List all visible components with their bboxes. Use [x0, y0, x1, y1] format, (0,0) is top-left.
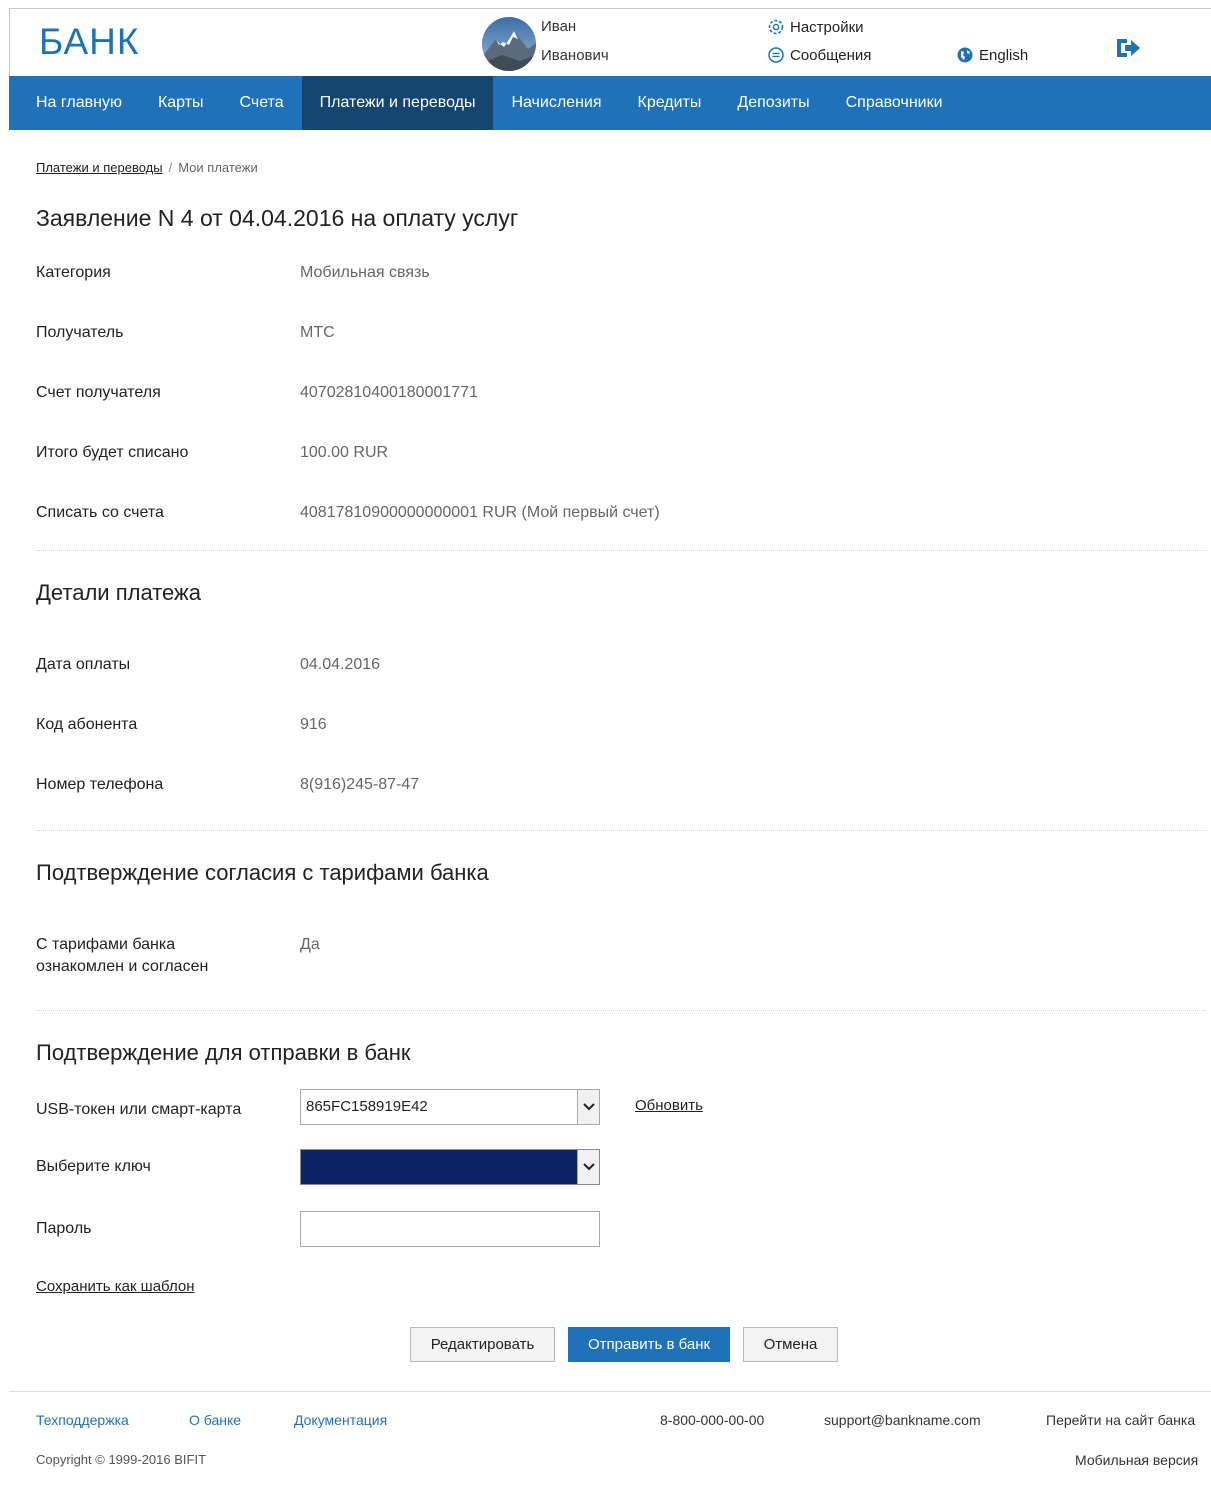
nav-item-cards[interactable]: Карты	[140, 76, 222, 130]
save-as-template-link[interactable]: Сохранить как шаблон	[36, 1278, 195, 1295]
field-label: Получатель	[36, 324, 124, 341]
key-select[interactable]	[300, 1149, 600, 1185]
breadcrumb-current: Мои платежи	[178, 160, 258, 175]
field-value: 100.00 RUR	[300, 444, 389, 461]
field-value: Мобильная связь	[300, 264, 430, 281]
nav-item-deposits[interactable]: Депозиты	[719, 76, 827, 130]
tariffs-section-title: Подтверждение согласия с тарифами банка	[36, 860, 489, 885]
breadcrumb-link-payments[interactable]: Платежи и переводы	[36, 160, 163, 175]
nav-item-home[interactable]: На главную	[9, 76, 140, 130]
settings-link[interactable]: Настройки	[767, 18, 864, 36]
user-last-name: Иванович	[541, 47, 609, 64]
send-to-bank-button[interactable]: Отправить в банк	[568, 1327, 730, 1362]
footer-phone: 8-800-000-00-00	[660, 1412, 765, 1428]
gear-icon	[768, 19, 784, 35]
field-value: МТС	[300, 324, 335, 341]
refresh-token-link[interactable]: Обновить	[635, 1097, 703, 1114]
field-value: Да	[300, 936, 320, 953]
field-value: 8(916)245-87-47	[300, 776, 420, 793]
section-divider	[36, 830, 1206, 831]
copyright-brand: BIFIT	[174, 1452, 207, 1467]
footer-link-docs[interactable]: Документация	[294, 1412, 387, 1428]
field-value: 04.04.2016	[300, 656, 381, 673]
tariffs-label-line2: ознакомлен и согласен	[36, 958, 209, 975]
bank-logo[interactable]: БАНК	[39, 21, 139, 63]
copyright-text: Copyright © 1999-2016	[36, 1452, 171, 1467]
field-label: Счет получателя	[36, 384, 161, 401]
logout-icon[interactable]	[1115, 36, 1141, 65]
field-label: Списать со счета	[36, 504, 164, 521]
confirm-section-title: Подтверждение для отправки в банк	[36, 1040, 411, 1065]
nav-item-directories[interactable]: Справочники	[828, 76, 961, 130]
globe-icon	[957, 47, 973, 63]
footer-link-bank-site[interactable]: Перейти на сайт банка	[1046, 1412, 1195, 1428]
breadcrumb-separator: /	[168, 160, 173, 175]
nav-item-payments[interactable]: Платежи и переводы	[301, 76, 494, 130]
breadcrumb: Платежи и переводы / Мои платежи	[36, 160, 258, 175]
field-label: Категория	[36, 264, 111, 281]
token-select[interactable]: 865FC158919E42	[300, 1089, 600, 1125]
field-label: Номер телефона	[36, 776, 164, 793]
field-value: 916	[300, 716, 327, 733]
key-label: Выберите ключ	[36, 1158, 151, 1175]
footer-link-support[interactable]: Техподдержка	[36, 1412, 129, 1428]
header: БАНК Иван Иванович Настройки Сообщения E…	[9, 8, 1211, 76]
field-label: С тарифами банка ознакомлен и согласен	[36, 934, 286, 978]
field-value: 40702810400180001771	[300, 384, 478, 401]
language-label: English	[979, 46, 1029, 64]
field-label: Дата оплаты	[36, 656, 131, 673]
mobile-version-link[interactable]: Мобильная версия	[1075, 1452, 1198, 1468]
nav-item-credits[interactable]: Кредиты	[620, 76, 720, 130]
section-divider	[36, 550, 1206, 551]
field-label: Код абонента	[36, 716, 138, 733]
chat-bubble-icon	[768, 47, 784, 63]
token-select-value: 865FC158919E42	[306, 1098, 428, 1115]
token-label: USB-токен или смарт-карта	[36, 1101, 242, 1118]
cancel-button[interactable]: Отмена	[743, 1327, 838, 1362]
field-label: Итого будет списано	[36, 444, 189, 461]
footer-email[interactable]: support@bankname.com	[824, 1412, 981, 1428]
messages-label: Сообщения	[790, 46, 872, 64]
tariffs-label-line1: С тарифами банка	[36, 936, 176, 953]
nav-item-charges[interactable]: Начисления	[493, 76, 619, 130]
password-label: Пароль	[36, 1220, 92, 1237]
language-switch-link[interactable]: English	[956, 46, 1028, 64]
user-first-name: Иван	[541, 18, 577, 35]
copyright: Copyright © 1999-2016 BIFIT	[36, 1452, 206, 1467]
chevron-down-icon[interactable]	[577, 1150, 599, 1184]
page-edge	[0, 0, 8, 130]
field-value: 40817810900000000001 RUR (Мой первый сче…	[300, 504, 660, 521]
page-title: Заявление N 4 от 04.04.2016 на оплату ус…	[36, 205, 519, 231]
nav-item-accounts[interactable]: Счета	[222, 76, 302, 130]
footer-divider	[9, 1391, 1211, 1392]
main-nav: На главную Карты Счета Платежи и перевод…	[9, 76, 1211, 130]
settings-label: Настройки	[790, 18, 864, 36]
edit-button[interactable]: Редактировать	[410, 1327, 555, 1362]
chevron-down-icon[interactable]	[577, 1090, 599, 1124]
user-avatar[interactable]	[482, 17, 536, 71]
messages-link[interactable]: Сообщения	[767, 46, 871, 64]
section-divider	[36, 1010, 1206, 1011]
details-section-title: Детали платежа	[36, 580, 201, 605]
password-input[interactable]	[300, 1211, 600, 1247]
footer-link-about[interactable]: О банке	[189, 1412, 241, 1428]
